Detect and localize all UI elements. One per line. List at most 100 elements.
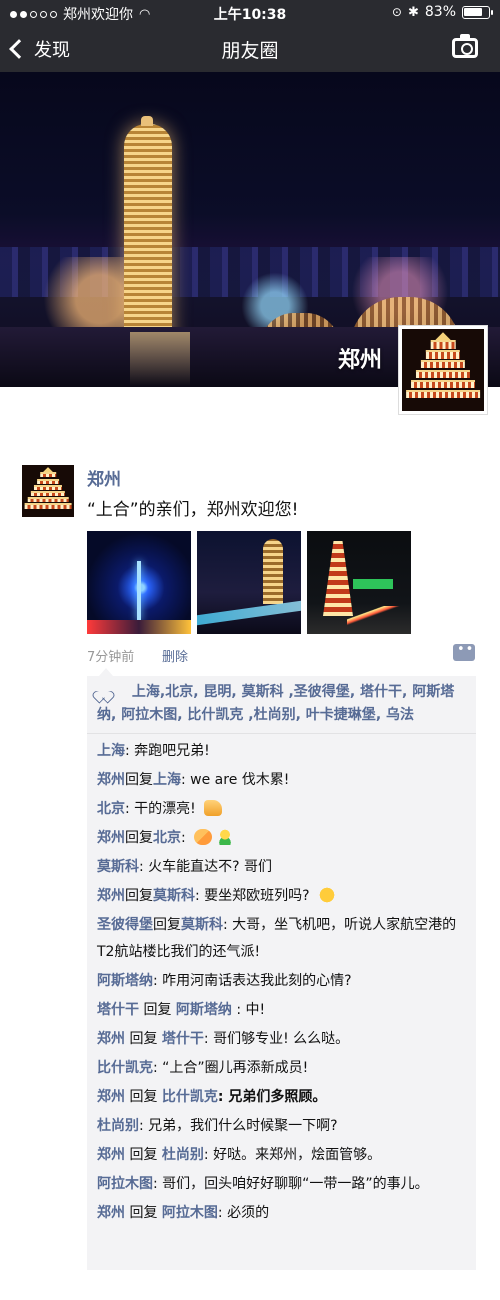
comment-row[interactable]: 郑州 回复 杜尚别: 好哒。来郑州，烩面管够。 [97,1142,466,1169]
heart-icon [97,686,109,697]
comment-author[interactable]: 阿斯塔纳 [97,973,153,989]
orientation-lock-icon: ⊙ [391,5,402,19]
comment-row[interactable]: 阿拉木图: 哥们，回头咱好好聊聊“一带一路”的事儿。 [97,1171,466,1198]
comment-text: : 火车能直达不? 哥们 [139,859,273,875]
like-name[interactable]: , 塔什干 [350,684,402,700]
likes-comments-panel: 上海,北京, 昆明, 莫斯科 ,圣彼得堡, 塔什干, 阿斯塔纳, 阿拉木图, 比… [87,668,476,1270]
pagoda-image [22,465,74,517]
comment-row[interactable]: 郑州回复上海: we are 伐木累! [97,767,466,794]
reply-target[interactable]: 莫斯科 [153,888,195,904]
thumbs-up-icon [204,800,223,816]
comment-author[interactable]: 郑州 [97,888,125,904]
reply-label: 回复 [125,1205,162,1221]
comment-text: : 中! [231,1002,266,1018]
post-text: “上合”的亲们，郑州欢迎您! [87,500,299,520]
post-photo-1[interactable] [87,531,191,634]
camera-icon[interactable] [452,34,478,58]
status-right: ⊙ ✱ 83% [391,4,493,20]
comment-author[interactable]: 上海 [97,743,125,759]
battery-level-fill [464,7,482,16]
comment-row[interactable]: 郑州 回复 比什凯克: 兄弟们多照顾。 [97,1084,466,1111]
comment-row[interactable]: 郑州 回复 阿拉木图: 必须的 [97,1200,466,1227]
reply-target[interactable]: 阿斯塔纳 [176,1002,232,1018]
comment-text: : 兄弟，我们什么时候聚一下啊? [139,1118,338,1134]
like-name[interactable]: 上海 [132,684,160,700]
comment-author[interactable]: 阿拉木图 [97,1176,153,1192]
reply-target[interactable]: 莫斯科 [181,917,223,933]
reply-label: 回复 [125,772,153,788]
post-photo-3[interactable] [307,531,411,634]
like-name[interactable]: , 昆明 [193,684,231,700]
post-photos [87,531,412,634]
comment-author[interactable]: 郑州 [97,1205,125,1221]
reply-target[interactable]: 塔什干 [162,1031,204,1047]
reply-target[interactable]: 比什凯克 [162,1089,218,1105]
comment-row[interactable]: 北京: 干的漂亮! [97,796,466,823]
top-bar: 郑州欢迎你 ◠ 上午10:38 ⊙ ✱ 83% 发现 朋友圈 [0,0,500,72]
comment-row[interactable]: 比什凯克: “上合”圈儿再添新成员! [97,1055,466,1082]
reply-label: 回复 [153,917,181,933]
comment-row[interactable]: 郑州回复北京: [97,825,466,852]
like-name[interactable]: , 叶卡捷琳堡 [296,707,376,723]
reply-label: 回复 [125,888,153,904]
comment-row[interactable]: 杜尚别: 兄弟，我们什么时候聚一下啊? [97,1113,466,1140]
comment-author[interactable]: 郑州 [97,772,125,788]
comment-row[interactable]: 上海: 奔跑吧兄弟! [97,738,466,765]
comments-list: 上海: 奔跑吧兄弟! 郑州回复上海: we are 伐木累! 北京: 干的漂亮! 郑… [87,734,476,1227]
comment-author[interactable]: 郑州 [97,830,125,846]
comment-text: : 干的漂亮! [125,801,201,817]
like-name[interactable]: , 比什凯克 [177,707,243,723]
comment-row[interactable]: 郑州回复莫斯科: 要坐郑欧班列吗? [97,883,466,910]
battery-percent: 83% [424,4,456,20]
reply-target[interactable]: 杜尚别 [162,1147,204,1163]
comment-author[interactable]: 北京 [97,801,125,817]
cover-reflection [130,332,190,387]
comment-text: : “上合”圈儿再添新成员! [153,1060,309,1076]
comment-author[interactable]: 郑州 [97,1089,125,1105]
comment-text: : 哥们，回头咱好好聊聊“一带一路”的事儿。 [153,1176,429,1192]
like-name[interactable]: ,北京 [160,684,193,700]
like-name[interactable]: , 乌法 [376,707,414,723]
comment-author[interactable]: 塔什干 [97,1002,139,1018]
delete-button[interactable]: 删除 [162,646,188,665]
comment-author[interactable]: 郑州 [97,1147,125,1163]
cover-avatar[interactable] [398,325,488,415]
comment-row[interactable]: 莫斯科: 火车能直达不? 哥们 [97,854,466,881]
comment-menu-button[interactable] [453,642,475,661]
comment-row[interactable]: 塔什干 回复 阿斯塔纳 : 中! [97,997,466,1024]
reply-target[interactable]: 阿拉木图 [162,1205,218,1221]
post-author[interactable]: 郑州 [87,465,121,490]
thinking-face-icon [318,887,337,903]
comment-text: : [181,830,191,846]
like-name[interactable]: ,圣彼得堡 [284,684,349,700]
comment-row[interactable]: 郑州 回复 塔什干: 哥们够专业! 么么哒。 [97,1026,466,1053]
battery-icon [462,5,493,19]
reply-label: 回复 [125,830,153,846]
cover-tower [124,116,172,359]
reply-label: 回复 [125,1089,162,1105]
comment-row[interactable]: 阿斯塔纳: 咋用河南话表达我此刻的心情? [97,968,466,995]
comment-text: : we are 伐木累! [181,772,290,788]
pagoda-image [402,329,484,411]
cover-user-name: 郑州 [337,348,382,373]
post-avatar[interactable] [22,465,74,517]
comment-text: : 兄弟们多照顾。 [217,1089,327,1105]
bluetooth-icon: ✱ [407,4,419,20]
comment-row[interactable]: 圣彼得堡回复莫斯科: 大哥，坐飞机吧，听说人家航空港的T2航站楼比我们的还气派! [97,912,466,966]
reply-label: 回复 [125,1031,162,1047]
comment-author[interactable]: 杜尚别 [97,1118,139,1134]
comment-author[interactable]: 圣彼得堡 [97,917,153,933]
comment-author[interactable]: 莫斯科 [97,859,139,875]
comment-author[interactable]: 郑州 [97,1031,125,1047]
likes-list: 上海,北京, 昆明, 莫斯科 ,圣彼得堡, 塔什干, 阿斯塔纳, 阿拉木图, 比… [87,676,476,734]
reply-target[interactable]: 北京 [153,830,181,846]
comment-text: : 咋用河南话表达我此刻的心情? [153,973,352,989]
like-name[interactable]: , 阿拉木图 [111,707,177,723]
reply-target[interactable]: 上海 [153,772,181,788]
comment-text: : 奔跑吧兄弟! [125,743,210,759]
like-name[interactable]: , 莫斯科 [231,684,283,700]
post-time: 7分钟前 [87,650,135,665]
post-photo-2[interactable] [197,531,301,634]
comment-author[interactable]: 比什凯克 [97,1060,153,1076]
like-name[interactable]: ,杜尚别 [243,707,295,723]
